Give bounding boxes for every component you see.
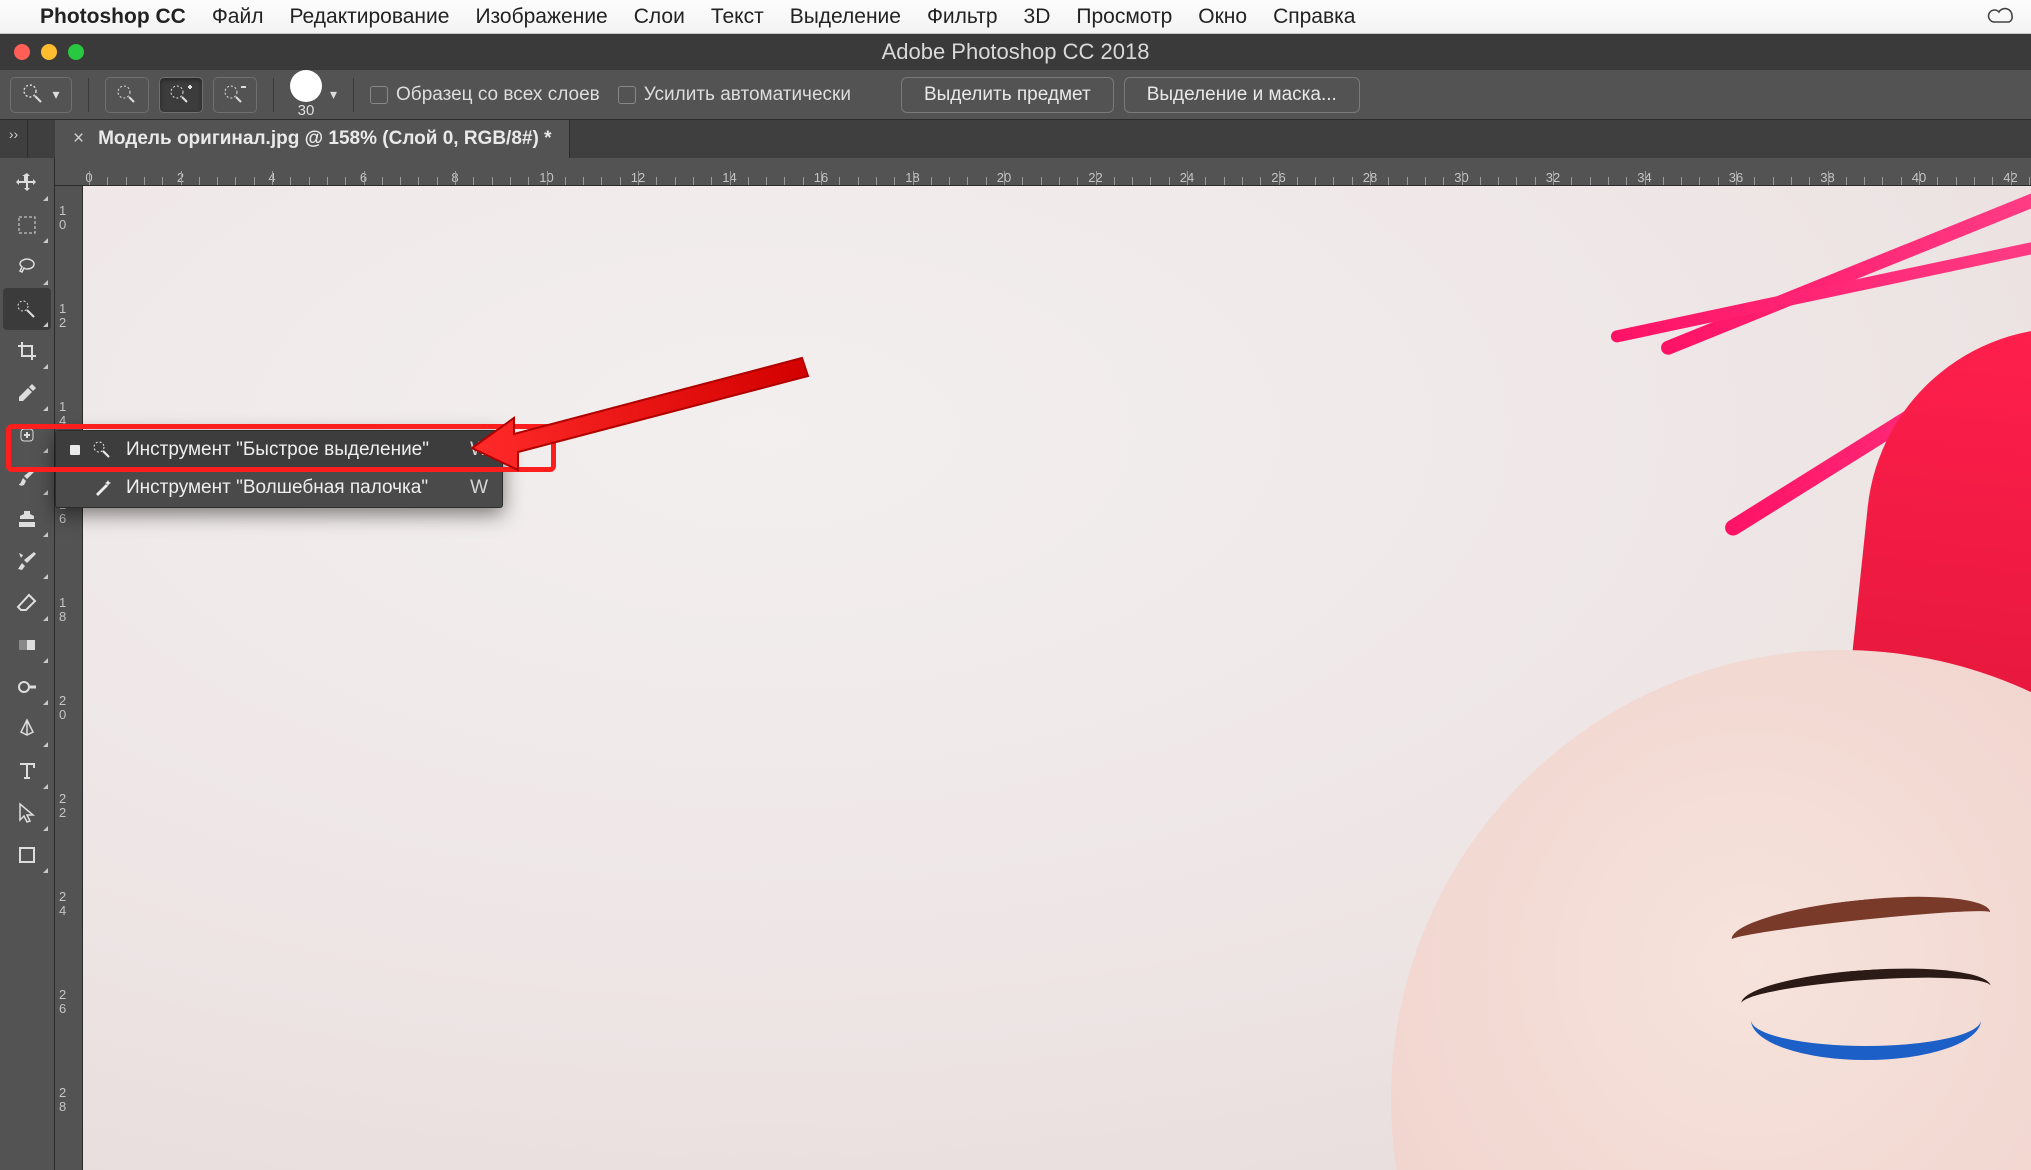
flyout-selected-indicator [70,445,80,455]
menu-image[interactable]: Изображение [475,5,607,29]
ruler-tick: 14 [59,400,66,427]
lasso-tool[interactable] [3,246,51,288]
quick-selection-icon [92,440,114,460]
menu-select[interactable]: Выделение [790,5,901,29]
document-tab-title: Модель оригинал.jpg @ 158% (Слой 0, RGB/… [98,128,551,150]
document-canvas[interactable] [83,186,2031,1170]
window-titlebar: Adobe Photoshop CC 2018 [0,34,2031,70]
panel-toggle-button[interactable]: ›› [0,120,28,158]
gradient-tool[interactable] [3,624,51,666]
clone-stamp-tool[interactable] [3,498,51,540]
window-title: Adobe Photoshop CC 2018 [0,39,2031,65]
close-tab-icon[interactable]: × [73,128,84,150]
eraser-tool[interactable] [3,582,51,624]
auto-enhance-label: Усилить автоматически [644,84,851,106]
vertical-ruler[interactable]: 10121416182022242628 [55,186,83,1170]
pen-tool[interactable] [3,708,51,750]
mac-menubar: Photoshop CC Файл Редактирование Изображ… [0,0,2031,34]
menu-3d[interactable]: 3D [1024,5,1051,29]
app-menu[interactable]: Photoshop CC [40,5,186,29]
menu-file[interactable]: Файл [212,5,264,29]
workspace: ›› × Модель оригинал.jpg @ 158% (Слой 0,… [0,120,2031,1170]
brush-tool[interactable] [3,456,51,498]
window-zoom-button[interactable] [68,44,84,60]
flyout-item-shortcut: W [470,439,488,461]
history-brush-tool[interactable] [3,540,51,582]
sample-all-layers-label: Образец со всех слоев [396,84,600,106]
menu-help[interactable]: Справка [1273,5,1355,29]
dodge-tool[interactable] [3,666,51,708]
flyout-item-label: Инструмент "Быстрое выделение" [126,439,429,461]
ruler-tick: 10 [59,204,66,231]
healing-brush-tool[interactable] [3,414,51,456]
options-bar: ▾ 30 ▾ Образец со всех слоев Усилить авт… [0,70,2031,120]
flyout-quick-selection[interactable]: Инструмент "Быстрое выделение" W [56,431,502,469]
ruler-tick: 28 [59,1086,66,1113]
sample-all-layers-checkbox[interactable]: Образец со всех слоев [370,84,600,106]
ruler-tick: 12 [59,302,66,329]
ruler-tick: 26 [59,988,66,1015]
select-and-mask-button[interactable]: Выделение и маска... [1124,77,1360,113]
brush-preset-picker[interactable]: 30 ▾ [290,70,337,119]
ruler-tick: 20 [59,694,66,721]
path-selection-tool[interactable] [3,792,51,834]
brush-preview-icon [290,70,322,102]
document-tab[interactable]: × Модель оригинал.jpg @ 158% (Слой 0, RG… [55,120,570,158]
cc-status-icon[interactable] [1987,6,2017,28]
type-tool[interactable] [3,750,51,792]
menu-filter[interactable]: Фильтр [927,5,998,29]
crop-tool[interactable] [3,330,51,372]
magic-wand-icon [92,478,114,498]
rectangle-tool[interactable] [3,834,51,876]
ruler-tick: 24 [59,890,66,917]
horizontal-ruler[interactable]: 024681012141618202224262830323436384042 [55,158,2031,186]
menu-view[interactable]: Просмотр [1076,5,1172,29]
ruler-tick: 18 [59,596,66,623]
menu-window[interactable]: Окно [1198,5,1247,29]
window-close-button[interactable] [14,44,30,60]
flyout-item-shortcut: W [470,477,488,499]
window-minimize-button[interactable] [41,44,57,60]
selection-add-button[interactable] [159,77,203,113]
select-subject-button[interactable]: Выделить предмет [901,77,1114,113]
tool-flyout-menu: Инструмент "Быстрое выделение" W Инструм… [55,430,503,508]
menu-text[interactable]: Текст [711,5,764,29]
auto-enhance-checkbox[interactable]: Усилить автоматически [618,84,851,106]
selection-new-button[interactable] [105,77,149,113]
flyout-magic-wand[interactable]: Инструмент "Волшебная палочка" W [56,469,502,507]
quick-selection-tool[interactable] [3,288,51,330]
move-tool[interactable] [3,162,51,204]
marquee-tool[interactable] [3,204,51,246]
flyout-item-label: Инструмент "Волшебная палочка" [126,477,428,499]
menu-layers[interactable]: Слои [634,5,685,29]
menu-edit[interactable]: Редактирование [289,5,449,29]
brush-size-value: 30 [298,102,315,119]
tool-preset-picker[interactable]: ▾ [10,77,72,113]
eyedropper-tool[interactable] [3,372,51,414]
ruler-tick: 22 [59,792,66,819]
selection-subtract-button[interactable] [213,77,257,113]
tools-panel [0,158,55,1170]
